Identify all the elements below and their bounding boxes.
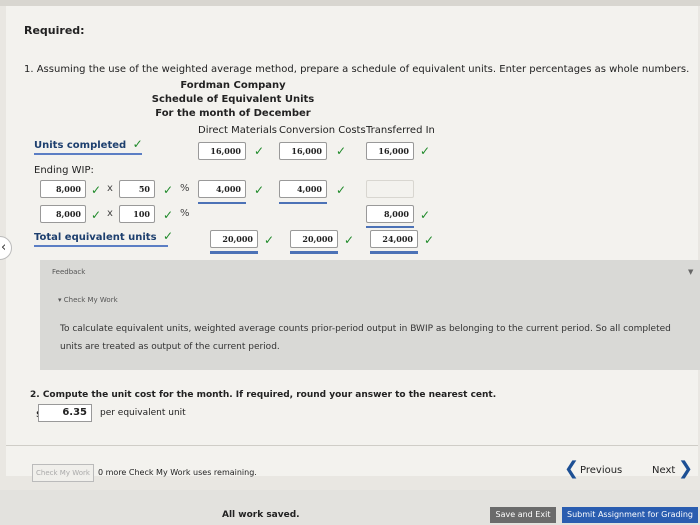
wip2-ti-input[interactable]: 8,000 (366, 205, 414, 223)
unit-cost-input[interactable]: 6.35 (38, 404, 92, 422)
period-title: For the month of December (155, 108, 311, 119)
units-completed-dm-input[interactable]: 16,000 (198, 142, 246, 160)
check-icon: ✓ (264, 233, 275, 247)
schedule-title: Schedule of Equivalent Units (151, 94, 315, 105)
units-completed-label: Units completed ✓ (34, 137, 143, 155)
save-status: All work saved. (222, 510, 300, 520)
column-conversion-costs: Conversion Costs (279, 125, 366, 136)
check-icon: ✓ (163, 183, 174, 197)
units-completed-ti-input[interactable]: 16,000 (366, 142, 414, 160)
check-icon: ✓ (254, 144, 265, 158)
check-my-work-heading: ▾ Check My Work (58, 296, 118, 304)
column-transferred-in: Transferred In (366, 125, 435, 136)
double-underline (210, 251, 258, 254)
underline (279, 202, 327, 204)
underline (198, 202, 246, 204)
unit-cost-suffix: per equivalent unit (100, 408, 186, 418)
percent-sign: % (180, 208, 190, 219)
chevron-right-icon[interactable]: ❯ (678, 460, 693, 478)
check-icon: ✓ (132, 137, 143, 151)
wip2-units-input[interactable]: 8,000 (40, 205, 86, 223)
units-completed-text: Units completed (34, 140, 127, 151)
total-cc-input[interactable]: 20,000 (290, 230, 338, 248)
percent-sign: % (180, 183, 190, 194)
wip1-dm-input[interactable]: 4,000 (198, 180, 246, 198)
company-name: Fordman Company (180, 80, 286, 91)
check-my-work-button[interactable]: Check My Work (32, 464, 94, 482)
check-icon: ✓ (91, 208, 102, 222)
next-button[interactable]: Next (652, 465, 675, 476)
check-icon: ✓ (254, 183, 265, 197)
double-underline (290, 251, 338, 254)
divider (6, 445, 698, 446)
check-my-work-text: Check My Work (63, 296, 118, 304)
total-equivalent-units-label: Total equivalent units ✓ (34, 230, 173, 247)
total-dm-input[interactable]: 20,000 (210, 230, 258, 248)
feedback-title[interactable]: Feedback (52, 268, 85, 276)
wip1-units-input[interactable]: 8,000 (40, 180, 86, 198)
collapse-caret-icon[interactable]: ▼ (688, 268, 693, 276)
underline (366, 226, 414, 228)
column-direct-materials: Direct Materials (198, 125, 277, 136)
feedback-text: To calculate equivalent units, weighted … (60, 324, 671, 352)
total-ti-input[interactable]: 24,000 (370, 230, 418, 248)
multiply-sign: x (107, 208, 113, 219)
wip2-percent-input[interactable]: 100 (119, 205, 155, 223)
chevron-left-icon[interactable]: ❮ (564, 460, 579, 478)
question-1-prompt: 1. Assuming the use of the weighted aver… (24, 64, 690, 75)
wip1-cc-input[interactable]: 4,000 (279, 180, 327, 198)
check-icon: ✓ (91, 183, 102, 197)
check-uses-remaining: 0 more Check My Work uses remaining. (98, 468, 257, 477)
wip1-percent-input[interactable]: 50 (119, 180, 155, 198)
chevron-left-icon: ‹ (1, 240, 7, 255)
check-icon: ✓ (336, 183, 347, 197)
submit-assignment-button[interactable]: Submit Assignment for Grading (562, 507, 698, 523)
previous-button[interactable]: Previous (580, 465, 622, 476)
question-2-prompt: 2. Compute the unit cost for the month. … (30, 390, 497, 400)
check-icon: ✓ (163, 208, 174, 222)
required-heading: Required: (24, 24, 85, 37)
check-icon: ✓ (420, 144, 431, 158)
check-icon: ✓ (424, 233, 435, 247)
units-completed-cc-input[interactable]: 16,000 (279, 142, 327, 160)
total-label-text: Total equivalent units (34, 232, 157, 243)
double-underline (370, 251, 418, 254)
check-icon: ✓ (420, 208, 431, 222)
ending-wip-label: Ending WIP: (34, 165, 94, 176)
check-icon: ✓ (336, 144, 347, 158)
check-icon: ✓ (344, 233, 355, 247)
multiply-sign: x (107, 183, 113, 194)
check-icon: ✓ (163, 229, 174, 243)
wip1-ti-input[interactable] (366, 180, 414, 198)
save-and-exit-button[interactable]: Save and Exit (490, 507, 556, 523)
